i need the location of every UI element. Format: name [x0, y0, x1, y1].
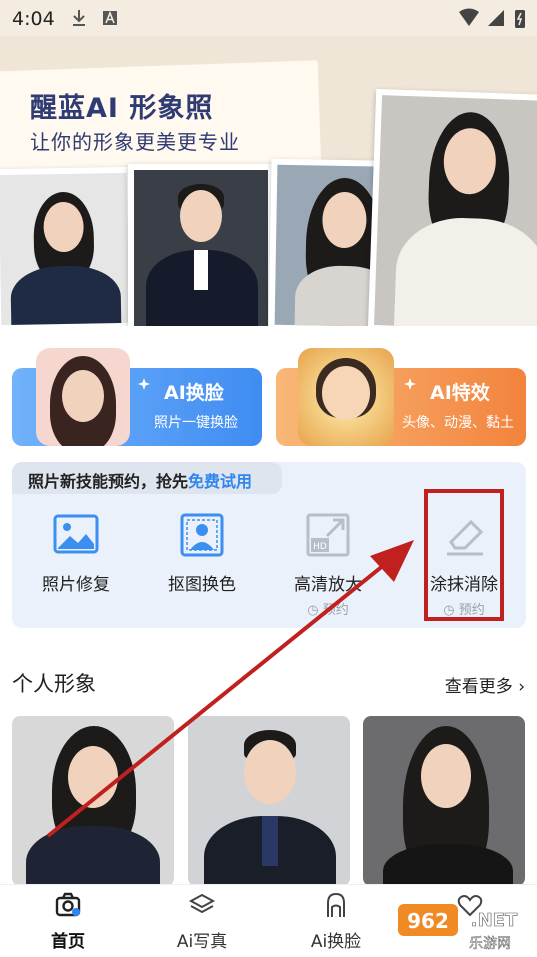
banner-photo — [0, 166, 136, 326]
nav-ai-portrait[interactable]: Ai写真 — [152, 891, 252, 952]
sparkle-icon — [404, 378, 416, 390]
banner-subtitle: 让你的形象更美更专业 — [30, 130, 240, 154]
hd-expand-icon: HD — [306, 513, 350, 557]
see-more-link[interactable]: 查看更多 › — [445, 672, 525, 697]
signal-icon — [488, 10, 504, 26]
highlight-box — [424, 489, 504, 621]
tool-cutout-recolor[interactable]: 抠图换色 — [142, 512, 262, 595]
svg-text:乐游网: 乐游网 — [469, 936, 511, 952]
portrait-card[interactable] — [188, 716, 350, 886]
person-cutout-icon — [180, 513, 224, 557]
ai-effects-label: AI特效 — [430, 382, 490, 404]
wifi-icon — [459, 8, 479, 26]
sparkle-icon — [138, 378, 150, 390]
portrait-card[interactable] — [12, 716, 174, 886]
tool-label: 高清放大 — [294, 575, 362, 595]
image-icon — [53, 514, 99, 554]
svg-text:.NET: .NET — [471, 910, 518, 931]
portrait-card[interactable] — [363, 716, 525, 886]
face-swap-desc: 照片一键换脸 — [154, 415, 238, 431]
face-swap-avatar — [36, 348, 130, 446]
banner-title: 醒蓝AI 形象照 — [30, 93, 214, 124]
nav-label: Ai写真 — [176, 932, 228, 952]
skills-tag-text: 照片新技能预约，抢先免费试用 — [28, 472, 253, 491]
nav-label: 首页 — [51, 932, 85, 952]
tool-status: ◷ 预约 — [307, 603, 349, 618]
svg-text:962: 962 — [407, 909, 449, 933]
ai-effects-avatar — [298, 348, 394, 446]
tool-label: 照片修复 — [42, 575, 110, 595]
status-bar: 4:04 — [0, 0, 537, 36]
ai-effects-card[interactable]: AI特效 头像、动漫、黏土 — [276, 348, 526, 446]
banner-photo — [128, 164, 274, 326]
tool-hd-upscale[interactable]: HD 高清放大 ◷ 预约 — [268, 512, 388, 618]
tool-photo-repair[interactable]: 照片修复 — [16, 512, 136, 595]
section-title: 个人形象 — [12, 672, 96, 696]
ai-effects-desc: 头像、动漫、黏土 — [402, 415, 514, 431]
battery-icon — [515, 10, 525, 28]
download-icon — [73, 10, 85, 26]
site-watermark: 962 .NET 乐游网 — [398, 902, 532, 952]
tool-label: 抠图换色 — [168, 575, 236, 595]
banner-photo — [367, 88, 537, 326]
layers-icon — [188, 893, 216, 914]
watermark-logo: 962 .NET 乐游网 — [398, 904, 518, 952]
face-icon — [327, 892, 345, 917]
camera-icon — [55, 892, 81, 917]
free-trial-link[interactable]: 免费试用 — [188, 472, 252, 491]
notification-a-icon — [103, 10, 117, 25]
face-swap-label: AI换脸 — [164, 382, 224, 404]
nav-home[interactable]: 首页 — [18, 891, 118, 952]
svg-text:HD: HD — [313, 542, 327, 552]
status-time: 4:04 — [12, 8, 55, 30]
nav-ai-face-swap[interactable]: Ai换脸 — [286, 891, 386, 952]
hero-banner[interactable]: 醒蓝AI 形象照 让你的形象更美更专业 — [0, 36, 537, 326]
face-swap-card[interactable]: AI换脸 照片一键换脸 — [12, 348, 262, 446]
nav-label: Ai换脸 — [310, 932, 362, 952]
